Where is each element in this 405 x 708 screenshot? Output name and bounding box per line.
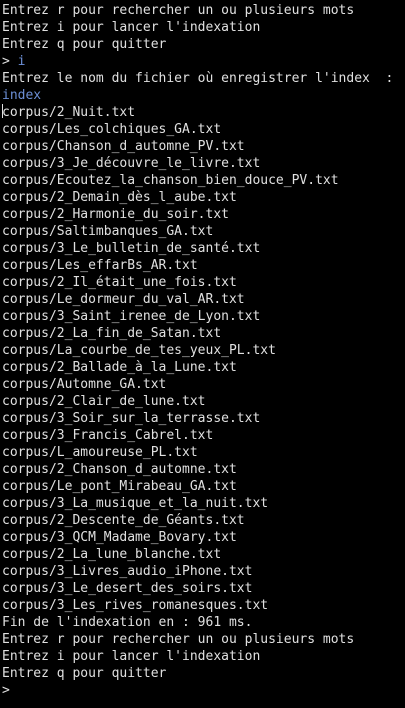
file-list-item: corpus/2_Demain_dès_l_aube.txt — [2, 189, 405, 206]
file-path: corpus/2_La_fin_de_Satan.txt — [2, 326, 222, 341]
prompt-symbol: > — [2, 54, 18, 69]
prompt-symbol: > — [2, 683, 18, 698]
file-list-item: corpus/Ecoutez_la_chanson_bien_douce_PV.… — [2, 172, 405, 189]
file-path: corpus/3_Francis_Cabrel.txt — [2, 428, 214, 443]
file-path: corpus/La_courbe_de_tes_yeux_PL.txt — [2, 343, 276, 358]
file-path: corpus/3_Saint_irenee_de_Lyon.txt — [2, 309, 261, 324]
file-list-item: corpus/2_Nuit.txt — [2, 104, 405, 121]
file-path: corpus/2_Nuit.txt — [2, 105, 136, 120]
file-path: corpus/2_Il_était_une_fois.txt — [2, 275, 237, 290]
file-list-item: corpus/3_Soir_sur_la_terrasse.txt — [2, 410, 405, 427]
menu-line-search: Entrez r pour rechercher un ou plusieurs… — [2, 632, 355, 647]
file-path: corpus/3_Le_bulletin_de_santé.txt — [2, 241, 261, 256]
file-list-item: corpus/2_La_fin_de_Satan.txt — [2, 325, 405, 342]
file-list-item: corpus/3_Saint_irenee_de_Lyon.txt — [2, 308, 405, 325]
command-prompt-line: > i — [2, 53, 405, 70]
file-list-item: corpus/3_La_musique_et_la_nuit.txt — [2, 495, 405, 512]
file-path: corpus/Le_pont_Mirabeau_GA.txt — [2, 479, 237, 494]
menu-line-search: Entrez r pour rechercher un ou plusieurs… — [2, 3, 355, 18]
index-filename-answer: index — [2, 88, 42, 103]
file-path: corpus/L_amoureuse_PL.txt — [2, 445, 198, 460]
file-list-item: corpus/Automne_GA.txt — [2, 376, 405, 393]
file-list-item: corpus/L_amoureuse_PL.txt — [2, 444, 405, 461]
menu-line-index: Entrez i pour lancer l'indexation — [2, 649, 261, 664]
menu-line-quit: Entrez q pour quitter — [2, 666, 167, 681]
file-path: corpus/2_Chanson_d_automne.txt — [2, 462, 237, 477]
indexing-finish-message: Fin de l'indexation en : 961 ms. — [2, 615, 253, 630]
user-command-input: i — [17, 54, 26, 69]
file-path: corpus/3_Les_rives_romanesques.txt — [2, 598, 269, 613]
file-list-item: corpus/Saltimbanques_GA.txt — [2, 223, 405, 240]
file-list-item: corpus/2_Clair_de_lune.txt — [2, 393, 405, 410]
file-path: corpus/Automne_GA.txt — [2, 377, 167, 392]
file-path: corpus/3_Le_desert_des_soirs.txt — [2, 581, 253, 596]
file-list-item: corpus/Chanson_d_automne_PV.txt — [2, 138, 405, 155]
file-list-item: corpus/2_Descente_de_Géants.txt — [2, 512, 405, 529]
file-path: corpus/2_La_lune_blanche.txt — [2, 547, 222, 562]
file-path: corpus/2_Clair_de_lune.txt — [2, 394, 206, 409]
file-list-item: corpus/3_Les_rives_romanesques.txt — [2, 597, 405, 614]
file-path: corpus/Les_effarBs_AR.txt — [2, 258, 198, 273]
file-list-item: corpus/2_Il_était_une_fois.txt — [2, 274, 405, 291]
file-path: corpus/3_Je_découvre_le_livre.txt — [2, 156, 261, 171]
file-path: corpus/3_Livres_audio_iPhone.txt — [2, 564, 253, 579]
terminal-window[interactable]: Entrez r pour rechercher un ou plusieurs… — [0, 0, 405, 708]
indexed-file-list: corpus/2_Nuit.txt corpus/Les_colchiques_G… — [2, 104, 405, 614]
file-list-item: corpus/2_Ballade_à_la_Lune.txt — [2, 359, 405, 376]
file-path: corpus/Les_colchiques_GA.txt — [2, 122, 222, 137]
file-path: corpus/Ecoutez_la_chanson_bien_douce_PV.… — [2, 173, 339, 188]
file-list-item: corpus/2_Chanson_d_automne.txt — [2, 461, 405, 478]
file-list-item: corpus/3_QCM_Madame_Bovary.txt — [2, 529, 405, 546]
menu-line-quit: Entrez q pour quitter — [2, 37, 167, 52]
file-path: corpus/2_Descente_de_Géants.txt — [2, 513, 245, 528]
file-path: corpus/3_Soir_sur_la_terrasse.txt — [2, 411, 261, 426]
file-path: corpus/Saltimbanques_GA.txt — [2, 224, 214, 239]
index-filename-question: Entrez le nom du fichier où enregistrer … — [2, 71, 394, 86]
file-list-item: corpus/Le_dormeur_du_val_AR.txt — [2, 291, 405, 308]
file-path: corpus/3_La_musique_et_la_nuit.txt — [2, 496, 269, 511]
file-list-item: corpus/La_courbe_de_tes_yeux_PL.txt — [2, 342, 405, 359]
file-list-item: corpus/2_Harmonie_du_soir.txt — [2, 206, 405, 223]
file-list-item: corpus/2_La_lune_blanche.txt — [2, 546, 405, 563]
file-path: corpus/Chanson_d_automne_PV.txt — [2, 139, 245, 154]
active-prompt-line[interactable]: > — [2, 682, 405, 699]
file-list-item: corpus/3_Le_desert_des_soirs.txt — [2, 580, 405, 597]
menu-top: Entrez r pour rechercher un ou plusieurs… — [2, 2, 405, 53]
menu-line-index: Entrez i pour lancer l'indexation — [2, 20, 261, 35]
menu-bottom: Entrez r pour rechercher un ou plusieurs… — [2, 631, 405, 682]
file-list-item: corpus/Les_effarBs_AR.txt — [2, 257, 405, 274]
file-list-item: corpus/3_Livres_audio_iPhone.txt — [2, 563, 405, 580]
file-list-item: corpus/Les_colchiques_GA.txt — [2, 121, 405, 138]
file-list-item: corpus/3_Je_découvre_le_livre.txt — [2, 155, 405, 172]
file-path: corpus/2_Ballade_à_la_Lune.txt — [2, 360, 237, 375]
file-list-item: corpus/3_Le_bulletin_de_santé.txt — [2, 240, 405, 257]
file-path: corpus/Le_dormeur_du_val_AR.txt — [2, 292, 245, 307]
file-path: corpus/2_Harmonie_du_soir.txt — [2, 207, 229, 222]
file-list-item: corpus/Le_pont_Mirabeau_GA.txt — [2, 478, 405, 495]
file-path: corpus/2_Demain_dès_l_aube.txt — [2, 190, 237, 205]
file-path: corpus/3_QCM_Madame_Bovary.txt — [2, 530, 237, 545]
file-list-item: corpus/3_Francis_Cabrel.txt — [2, 427, 405, 444]
